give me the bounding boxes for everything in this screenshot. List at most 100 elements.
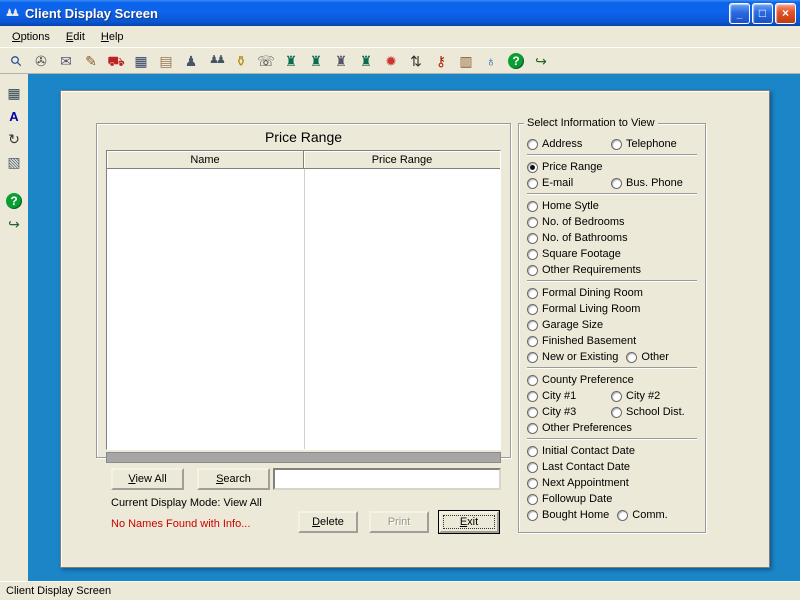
- radio-button-icon[interactable]: [527, 391, 538, 402]
- search-input[interactable]: [273, 468, 501, 490]
- radio-formal-living-room[interactable]: Formal Living Room: [527, 303, 640, 315]
- radio-city-1[interactable]: City #1: [527, 390, 603, 402]
- building-3-icon[interactable]: ♜: [331, 51, 351, 71]
- radio-button-icon[interactable]: [527, 462, 538, 473]
- radio-button-icon[interactable]: [527, 446, 538, 457]
- radio-county-preference[interactable]: County Preference: [527, 374, 634, 386]
- radio-button-icon[interactable]: [527, 375, 538, 386]
- help-icon[interactable]: ?: [6, 193, 22, 209]
- radio-price-range[interactable]: Price Range: [527, 161, 603, 173]
- radio-formal-dining-room[interactable]: Formal Dining Room: [527, 287, 643, 299]
- radio-button-icon[interactable]: [527, 336, 538, 347]
- radio-school-dist[interactable]: School Dist.: [611, 406, 685, 418]
- radio-initial-contact-date[interactable]: Initial Contact Date: [527, 445, 635, 457]
- fax-icon[interactable]: ☏: [256, 51, 276, 71]
- close-button[interactable]: ×: [775, 3, 796, 24]
- car-icon[interactable]: ⛟: [106, 51, 126, 71]
- gold-cup-icon[interactable]: ⚱: [231, 51, 251, 71]
- person-icon[interactable]: ♟: [181, 51, 201, 71]
- radio-city-3[interactable]: City #3: [527, 406, 603, 418]
- horizontal-scrollbar[interactable]: [106, 452, 501, 463]
- people-icon[interactable]: ♟♟: [206, 51, 226, 71]
- grid-body[interactable]: [107, 169, 500, 449]
- briefcase-icon[interactable]: ▥: [456, 51, 476, 71]
- exit-button[interactable]: Exit: [439, 511, 499, 533]
- print-preview-icon[interactable]: ✇: [31, 51, 51, 71]
- client-list-grid[interactable]: Name Price Range: [106, 150, 501, 450]
- radio-no-of-bathrooms[interactable]: No. of Bathrooms: [527, 232, 628, 244]
- notepad-icon[interactable]: ▤: [156, 51, 176, 71]
- menu-options[interactable]: Options: [4, 28, 58, 46]
- radio-button-icon[interactable]: [611, 391, 622, 402]
- column-header-name[interactable]: Name: [107, 151, 304, 169]
- radio-button-icon[interactable]: [527, 478, 538, 489]
- radio-button-icon[interactable]: [527, 423, 538, 434]
- radio-button-icon[interactable]: [527, 288, 538, 299]
- radio-e-mail[interactable]: E-mail: [527, 177, 603, 189]
- radio-finished-basement[interactable]: Finished Basement: [527, 335, 636, 347]
- radio-home-sytle[interactable]: Home Sytle: [527, 200, 599, 212]
- grid-icon[interactable]: ▦: [4, 83, 24, 103]
- radio-comm[interactable]: Comm.: [617, 509, 667, 521]
- menu-help[interactable]: Help: [93, 28, 132, 46]
- radio-other[interactable]: Other: [626, 351, 669, 363]
- radio-followup-date[interactable]: Followup Date: [527, 493, 612, 505]
- view-all-button[interactable]: View All: [111, 468, 184, 490]
- calculator-icon[interactable]: ▦: [131, 51, 151, 71]
- exit-icon[interactable]: ↪: [531, 51, 551, 71]
- exit-icon[interactable]: ↪: [4, 214, 24, 234]
- radio-other-preferences[interactable]: Other Preferences: [527, 422, 632, 434]
- radio-button-icon[interactable]: [527, 407, 538, 418]
- radio-button-icon[interactable]: [527, 249, 538, 260]
- radio-bus-phone[interactable]: Bus. Phone: [611, 177, 683, 189]
- radio-new-or-existing[interactable]: New or Existing: [527, 351, 618, 363]
- radio-button-icon[interactable]: [527, 352, 538, 363]
- mail-icon[interactable]: ✉: [56, 51, 76, 71]
- radio-button-icon[interactable]: [626, 352, 637, 363]
- radio-button-icon[interactable]: [611, 178, 622, 189]
- building-4-icon[interactable]: ♜: [356, 51, 376, 71]
- radio-button-icon[interactable]: [527, 233, 538, 244]
- radio-button-icon[interactable]: [527, 201, 538, 212]
- radio-no-of-bedrooms[interactable]: No. of Bedrooms: [527, 216, 625, 228]
- radio-button-icon[interactable]: [527, 265, 538, 276]
- radio-button-icon[interactable]: [527, 162, 538, 173]
- find-client-icon[interactable]: ⚲: [2, 46, 30, 74]
- minimize-button[interactable]: _: [729, 3, 750, 24]
- building-2-icon[interactable]: ♜: [306, 51, 326, 71]
- radio-other-requirements[interactable]: Other Requirements: [527, 264, 641, 276]
- help-icon[interactable]: ?: [508, 53, 524, 69]
- maximize-button[interactable]: □: [752, 3, 773, 24]
- burst-icon[interactable]: ✹: [381, 51, 401, 71]
- radio-telephone[interactable]: Telephone: [611, 138, 677, 150]
- radio-button-icon[interactable]: [611, 407, 622, 418]
- picture-icon[interactable]: ▧: [4, 152, 24, 172]
- radio-button-icon[interactable]: [527, 217, 538, 228]
- radio-button-icon[interactable]: [527, 304, 538, 315]
- delete-button[interactable]: Delete: [298, 511, 358, 533]
- radio-square-footage[interactable]: Square Footage: [527, 248, 621, 260]
- radio-button-icon[interactable]: [527, 320, 538, 331]
- globe-icon[interactable]: ♁: [481, 51, 501, 71]
- column-header-price-range[interactable]: Price Range: [304, 151, 500, 169]
- radio-button-icon[interactable]: [611, 139, 622, 150]
- radio-bought-home[interactable]: Bought Home: [527, 509, 609, 521]
- search-button[interactable]: Search: [197, 468, 270, 490]
- radio-address[interactable]: Address: [527, 138, 603, 150]
- font-icon[interactable]: A: [4, 106, 24, 126]
- radio-button-icon[interactable]: [527, 510, 538, 521]
- radio-button-icon[interactable]: [527, 139, 538, 150]
- sort-records-icon[interactable]: ⇅: [406, 51, 426, 71]
- radio-garage-size[interactable]: Garage Size: [527, 319, 603, 331]
- edit-notes-icon[interactable]: ✎: [81, 51, 101, 71]
- menu-edit[interactable]: Edit: [58, 28, 93, 46]
- radio-button-icon[interactable]: [527, 494, 538, 505]
- key-icon[interactable]: ⚷: [431, 51, 451, 71]
- radio-button-icon[interactable]: [617, 510, 628, 521]
- radio-button-icon[interactable]: [527, 178, 538, 189]
- radio-next-appointment[interactable]: Next Appointment: [527, 477, 629, 489]
- radio-city-2[interactable]: City #2: [611, 390, 660, 402]
- building-1-icon[interactable]: ♜: [281, 51, 301, 71]
- radio-last-contact-date[interactable]: Last Contact Date: [527, 461, 630, 473]
- refresh-icon[interactable]: ↻: [4, 129, 24, 149]
